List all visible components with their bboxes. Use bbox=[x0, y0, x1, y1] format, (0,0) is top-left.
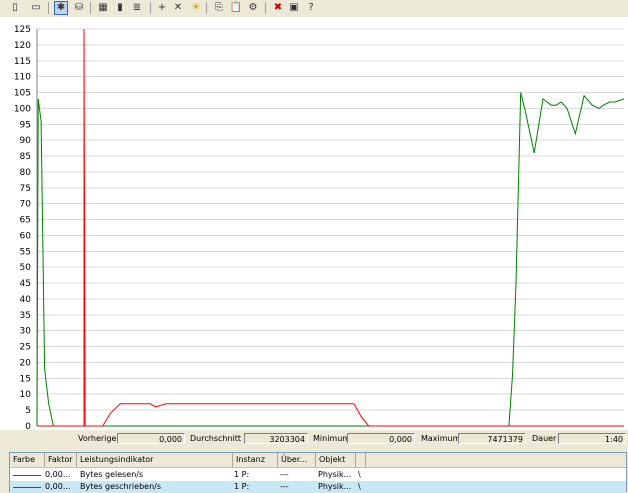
counter-list-header: Farbe Faktor Leistungsindikator Instanz … bbox=[10, 453, 626, 468]
duration-label: Dauer bbox=[532, 434, 557, 443]
y-tick-label: 55 bbox=[20, 247, 31, 257]
factor-cell: 0,00... bbox=[45, 470, 71, 479]
y-tick-label: 70 bbox=[20, 200, 32, 210]
y-tick-label: 20 bbox=[20, 358, 32, 368]
average-label: Durchschnitt bbox=[190, 434, 242, 443]
y-tick-label: 75 bbox=[20, 184, 31, 194]
computer-cell: \ bbox=[358, 482, 361, 491]
y-tick-label: 15 bbox=[20, 374, 31, 384]
previous-value: 0,000 bbox=[117, 433, 185, 444]
toolbar-separator bbox=[206, 2, 207, 14]
graph-svg: 0 5 10 15 20 25 30 35 40 45 50 55 60 65 70 75 80 85 90 95 10… bbox=[14, 25, 625, 430]
help-icon[interactable]: ? bbox=[304, 1, 318, 15]
column-header-factor[interactable]: Faktor bbox=[45, 453, 77, 467]
y-tick-label: 30 bbox=[20, 327, 32, 337]
update-data-icon[interactable]: ▣ bbox=[287, 1, 301, 15]
paste-counter-list-icon[interactable]: 📋 bbox=[229, 1, 243, 15]
instance-cell: 1 P: bbox=[234, 482, 250, 491]
y-tick-label: 25 bbox=[20, 343, 31, 353]
counter-cell: Bytes geschrieben/s bbox=[80, 482, 161, 491]
y-tick-label: 40 bbox=[20, 295, 32, 305]
y-tick-label: 90 bbox=[20, 136, 32, 146]
counter-list[interactable]: Farbe Faktor Leistungsindikator Instanz … bbox=[9, 452, 627, 493]
copy-properties-icon[interactable]: ⎘ bbox=[212, 1, 226, 15]
properties-icon[interactable]: ⚙ bbox=[246, 1, 260, 15]
counter-row-bytes-written[interactable]: 0,00... Bytes geschrieben/s 1 P: --- Phy… bbox=[10, 481, 626, 493]
column-header-counter[interactable]: Leistungsindikator bbox=[77, 453, 233, 467]
view-graph-icon[interactable]: ▦ bbox=[96, 1, 110, 15]
add-counter-icon[interactable]: + bbox=[155, 1, 169, 15]
average-value: 3203304 bbox=[244, 433, 308, 444]
toolbar-separator bbox=[150, 2, 151, 14]
factor-cell: 0,00... bbox=[45, 482, 71, 491]
column-header-color[interactable]: Farbe bbox=[10, 453, 45, 467]
color-swatch bbox=[13, 487, 41, 488]
y-tick-label: 110 bbox=[14, 73, 31, 83]
maximum-label: Maximum bbox=[421, 434, 461, 443]
series-line-bytes-written bbox=[37, 28, 624, 427]
counter-row-bytes-read[interactable]: 0,00... Bytes gelesen/s 1 P: --- Physik.… bbox=[10, 469, 626, 481]
clear-display-icon[interactable]: ▭ bbox=[29, 1, 43, 15]
y-tick-label: 80 bbox=[20, 168, 32, 178]
new-counter-set-icon[interactable]: ▯ bbox=[8, 1, 22, 15]
toolbar: ▯ ▭ ✱ ⛁ ▦ ▮ ≣ + ✕ ☀ ⎘ 📋 ⚙ ✖ ▣? bbox=[0, 0, 628, 18]
y-tick-label: 5 bbox=[25, 406, 31, 416]
minimum-value: 0,000 bbox=[347, 433, 415, 444]
duration-value: 1:40 bbox=[558, 433, 626, 444]
view-histogram-icon[interactable]: ▮ bbox=[113, 1, 127, 15]
view-log-data-icon[interactable]: ⛁ bbox=[72, 1, 86, 15]
y-tick-label: 65 bbox=[20, 216, 31, 226]
column-header-object[interactable]: Objekt bbox=[316, 453, 356, 467]
minimum-label: Minimum bbox=[313, 434, 351, 443]
toolbar-separator bbox=[90, 2, 91, 14]
maximum-value: 7471379 bbox=[458, 433, 526, 444]
column-header-instance[interactable]: Instanz bbox=[233, 453, 278, 467]
freeze-display-icon[interactable]: ✖ bbox=[271, 1, 285, 15]
performance-graph: 0 5 10 15 20 25 30 35 40 45 50 55 60 65 70 75 80 85 90 95 10… bbox=[0, 17, 628, 430]
color-swatch bbox=[13, 475, 41, 476]
toolbar-separator bbox=[48, 2, 49, 14]
column-header-computer[interactable] bbox=[356, 453, 366, 467]
y-tick-label: 0 bbox=[25, 422, 31, 430]
computer-cell: \ bbox=[358, 470, 361, 479]
y-tick-label: 115 bbox=[14, 57, 31, 67]
object-cell: Physik... bbox=[318, 482, 352, 491]
y-tick-label: 120 bbox=[14, 41, 31, 51]
view-report-icon[interactable]: ≣ bbox=[130, 1, 144, 15]
y-tick-label: 45 bbox=[20, 279, 31, 289]
y-tick-label: 105 bbox=[14, 89, 31, 99]
parent-cell: --- bbox=[280, 482, 289, 491]
y-tick-label: 60 bbox=[20, 231, 32, 241]
previous-label: Vorherige bbox=[78, 434, 117, 443]
statistics-bar: Vorherige 0,000 Durchschnitt 3203304 Min… bbox=[0, 430, 628, 452]
view-current-activity-icon[interactable]: ✱ bbox=[54, 1, 68, 15]
counter-cell: Bytes gelesen/s bbox=[80, 470, 144, 479]
object-cell: Physik... bbox=[318, 470, 352, 479]
highlight-icon[interactable]: ☀ bbox=[189, 1, 203, 15]
y-tick-label: 125 bbox=[14, 25, 31, 35]
y-tick-label: 10 bbox=[20, 390, 32, 400]
delete-counter-icon[interactable]: ✕ bbox=[171, 1, 185, 15]
y-tick-label: 50 bbox=[20, 263, 32, 273]
y-tick-label: 100 bbox=[14, 104, 31, 114]
series-line-bytes-read bbox=[36, 92, 625, 427]
y-tick-label: 95 bbox=[20, 120, 31, 130]
y-tick-label: 85 bbox=[20, 152, 31, 162]
column-header-parent[interactable]: Über... bbox=[278, 453, 316, 467]
y-tick-label: 35 bbox=[20, 311, 31, 321]
instance-cell: 1 P: bbox=[234, 470, 250, 479]
parent-cell: --- bbox=[280, 470, 289, 479]
toolbar-separator bbox=[265, 2, 266, 14]
